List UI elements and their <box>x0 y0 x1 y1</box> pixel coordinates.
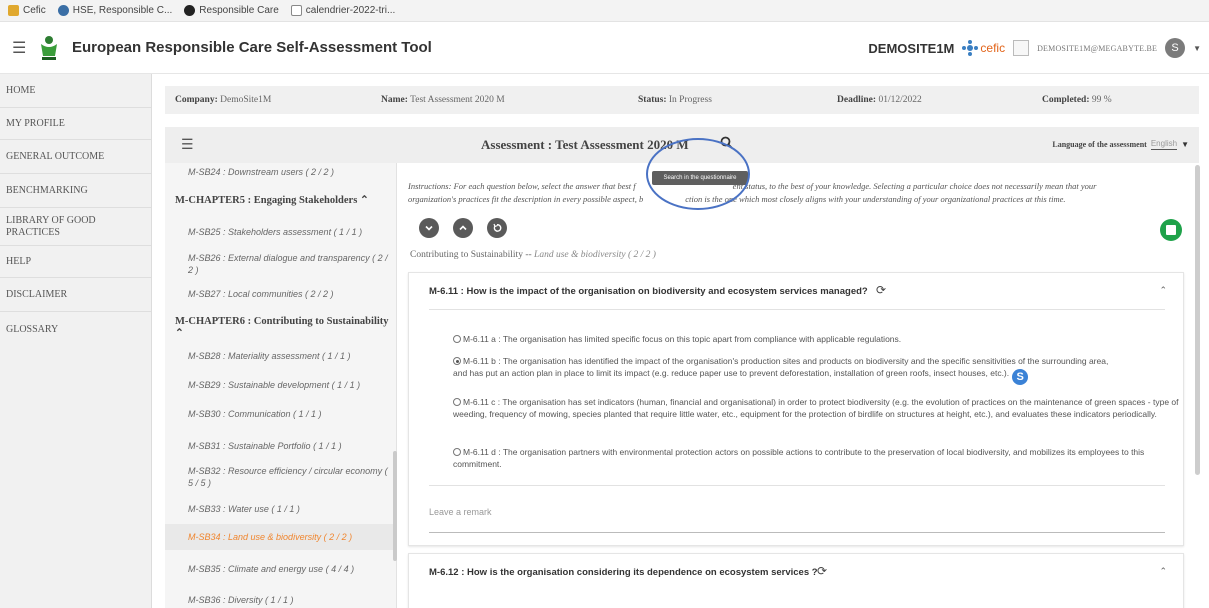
sidebar: HOME MY PROFILE GENERAL OUTCOME BENCHMAR… <box>0 74 152 608</box>
subsection-item[interactable]: M-SB33 : Water use ( 1 / 1 ) <box>188 503 388 515</box>
subsection-item[interactable]: M-SB35 : Climate and energy use ( 4 / 4 … <box>188 563 388 575</box>
subsection-item[interactable]: M-SB25 : Stakeholders assessment ( 1 / 1… <box>188 226 388 238</box>
subsection-item[interactable]: M-SB27 : Local communities ( 2 / 2 ) <box>188 288 388 300</box>
subsection-item[interactable]: M-SB28 : Materiality assessment ( 1 / 1 … <box>188 350 388 362</box>
chevron-down-icon <box>425 225 433 231</box>
responsible-care-logo <box>38 34 60 62</box>
sidebar-item-general-outcome[interactable]: GENERAL OUTCOME <box>0 140 151 174</box>
save-button[interactable] <box>1160 219 1182 241</box>
reset-button[interactable] <box>487 218 507 238</box>
chevron-up-icon <box>459 225 467 231</box>
avatar[interactable]: S <box>1165 38 1186 58</box>
completed-info: Completed: 99 % <box>1042 95 1112 105</box>
answer-option-d[interactable]: M-6.11 d : The organisation partners wit… <box>453 446 1183 470</box>
broken-image-icon <box>1013 40 1030 56</box>
language-value[interactable]: English <box>1150 139 1178 150</box>
answer-option-c[interactable]: M-6.11 c : The organisation has set indi… <box>453 396 1183 420</box>
question-card: M-6.12 : How is the organisation conside… <box>408 553 1184 608</box>
dropdown-arrow-icon[interactable]: ▼ <box>1181 140 1189 149</box>
user-email: DEMOSITE1M@MEGABYTE.BE <box>1037 43 1158 53</box>
chevron-up-icon[interactable]: ⌃ <box>1159 285 1167 296</box>
site-icon <box>57 5 69 16</box>
sidebar-item-my-profile[interactable]: MY PROFILE <box>0 108 151 140</box>
radio-button[interactable] <box>453 335 461 343</box>
app-title: European Responsible Care Self-Assessmen… <box>72 39 432 56</box>
main-scrollbar[interactable] <box>1195 165 1200 475</box>
annotation-ellipse <box>646 138 750 210</box>
sidebar-item-help[interactable]: HELP <box>0 246 151 278</box>
status-info: Status: In Progress <box>638 95 712 105</box>
subsection-item[interactable]: M-SB36 : Diversity ( 1 / 1 ) <box>188 594 388 606</box>
cefic-icon <box>962 40 979 56</box>
sidebar-item-home[interactable]: HOME <box>0 74 151 108</box>
undo-icon <box>493 223 502 232</box>
divider <box>429 309 1165 310</box>
breadcrumb: Contributing to Sustainability -- Land u… <box>410 250 656 260</box>
divider <box>429 485 1165 486</box>
radio-button-selected[interactable] <box>453 357 461 365</box>
bookmark-hse[interactable]: HSE, Responsible C... <box>57 5 172 16</box>
subsection-item[interactable]: M-SB31 : Sustainable Portfolio ( 1 / 1 ) <box>188 440 388 452</box>
radio-button[interactable] <box>453 398 461 406</box>
bookmarks-bar: Cefic HSE, Responsible C... Responsible … <box>0 0 1209 22</box>
undo-icon[interactable]: ⟳ <box>817 564 827 578</box>
question-card: M-6.11 : How is the impact of the organi… <box>408 272 1184 546</box>
subsection-item[interactable]: M-SB24 : Downstream users ( 2 / 2 ) <box>188 166 388 178</box>
remark-field[interactable]: Leave a remark <box>429 503 1165 533</box>
answer-option-a[interactable]: M-6.11 a : The organisation has limited … <box>453 333 1183 345</box>
chapter-heading[interactable]: M-CHAPTER6 : Contributing to Sustainabil… <box>175 316 396 339</box>
document-icon <box>290 5 302 16</box>
site-name: DEMOSITE1M <box>868 40 955 56</box>
app-header: ☰ European Responsible Care Self-Assessm… <box>0 22 1209 74</box>
undo-icon[interactable]: ⟳ <box>876 283 886 297</box>
subsection-item-active[interactable]: M-SB34 : Land use & biodiversity ( 2 / 2… <box>188 531 388 543</box>
question-title[interactable]: M-6.11 : How is the impact of the organi… <box>429 286 868 297</box>
subsection-item[interactable]: M-SB29 : Sustainable development ( 1 / 1… <box>188 379 388 391</box>
site-icon <box>184 5 196 16</box>
language-selector[interactable]: Language of the assessment English ▼ <box>1052 139 1189 150</box>
collapse-all-button[interactable] <box>453 218 473 238</box>
bookmark-responsible-care[interactable]: Responsible Care <box>184 5 279 16</box>
company-info: Company: DemoSite1M <box>175 95 272 105</box>
radio-button[interactable] <box>453 448 461 456</box>
chapter-heading[interactable]: M-CHAPTER5 : Engaging Stakeholders ⌃ <box>175 194 369 206</box>
sidebar-item-glossary[interactable]: GLOSSARY <box>0 312 151 346</box>
bookmark-cefic[interactable]: Cefic <box>8 5 46 16</box>
chapter-list-scrollbar[interactable] <box>393 451 397 561</box>
chapter-list: M-SB24 : Downstream users ( 2 / 2 ) M-CH… <box>165 163 397 608</box>
subsection-item[interactable]: M-SB32 : Resource efficiency / circular … <box>188 465 388 489</box>
name-info: Name: Test Assessment 2020 M <box>381 95 505 105</box>
subsection-item[interactable]: M-SB30 : Communication ( 1 / 1 ) <box>188 408 388 420</box>
bookmark-calendrier[interactable]: calendrier-2022-tri... <box>290 5 395 16</box>
question-title[interactable]: M-6.12 : How is the organisation conside… <box>429 567 818 578</box>
chevron-up-icon[interactable]: ⌃ <box>175 328 184 339</box>
deadline-info: Deadline: 01/12/2022 <box>837 95 922 105</box>
folder-icon <box>8 5 19 16</box>
answer-option-b[interactable]: M-6.11 b : The organisation has identifi… <box>453 355 1183 385</box>
menu-icon[interactable]: ☰ <box>12 38 30 58</box>
s-badge-icon: S <box>1012 369 1029 385</box>
instructions-text: Instructions: For each question below, s… <box>408 181 1097 204</box>
chevron-up-icon[interactable]: ⌃ <box>1159 566 1167 577</box>
sidebar-item-benchmarking[interactable]: BENCHMARKING <box>0 174 151 208</box>
chevron-down-icon[interactable]: ▼ <box>1193 44 1201 53</box>
cefic-logo: cefic <box>962 40 1005 56</box>
chevron-up-icon[interactable]: ⌃ <box>360 195 369 206</box>
sidebar-item-library[interactable]: LIBRARY OF GOOD PRACTICES <box>0 208 151 246</box>
sidebar-item-disclaimer[interactable]: DISCLAIMER <box>0 278 151 312</box>
assessment-info-bar: Company: DemoSite1M Name: Test Assessmen… <box>165 86 1199 114</box>
expand-all-button[interactable] <box>419 218 439 238</box>
subsection-item[interactable]: M-SB26 : External dialogue and transpare… <box>188 252 388 276</box>
chapter-menu-icon[interactable]: ☰ <box>181 136 194 153</box>
